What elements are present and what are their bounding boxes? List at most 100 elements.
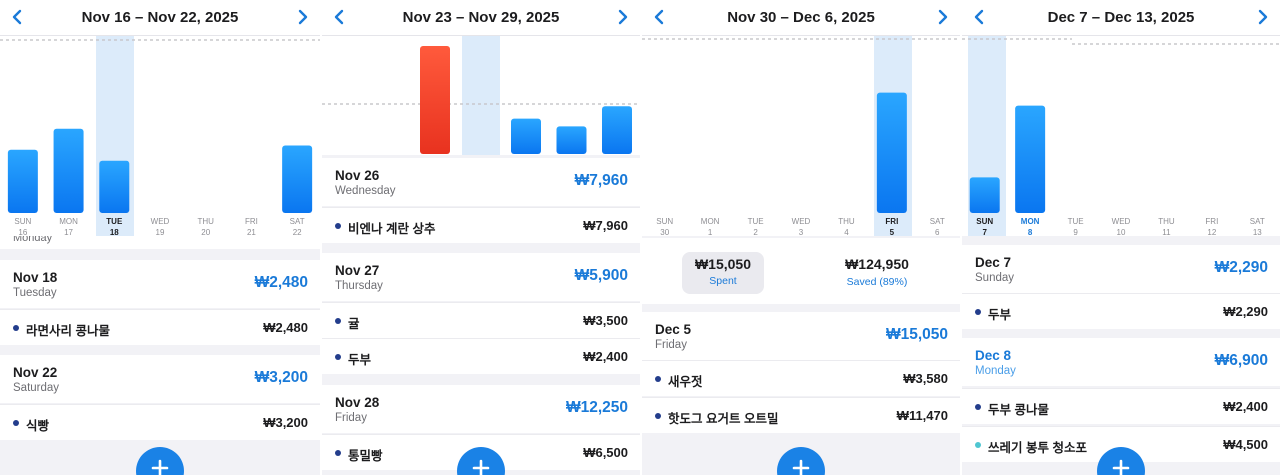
- expense-item[interactable]: 새우젓 ₩3,580: [642, 360, 960, 396]
- day-header[interactable]: Dec 5 Friday ₩15,050: [642, 312, 960, 360]
- expense-name: 통밀빵: [348, 449, 383, 463]
- chevron-left-icon: [651, 9, 669, 30]
- bar-tue-18[interactable]: [99, 160, 130, 213]
- prev-week-button[interactable]: [9, 8, 27, 26]
- day-weekday: Sunday: [975, 272, 1015, 284]
- expense-amount: ₩3,580: [903, 371, 948, 386]
- day-of-week-label: SUN: [976, 217, 993, 226]
- expense-amount: ₩7,960: [583, 218, 628, 233]
- bar-fri-5[interactable]: [876, 92, 907, 213]
- saved-summary[interactable]: ₩124,950 Saved (89%): [822, 256, 932, 288]
- expense-amount: ₩4,500: [1223, 437, 1268, 452]
- day-header[interactable]: Dec 8 Monday ₩6,900: [962, 338, 1280, 386]
- day-header[interactable]: Nov 18 Tuesday ₩2,480: [0, 260, 320, 308]
- day-of-week-label: SAT: [290, 217, 305, 226]
- week-header: Nov 30 – Dec 6, 2025: [642, 0, 960, 36]
- expense-item[interactable]: 두부 ₩2,400: [322, 338, 640, 374]
- chevron-left-icon: [9, 9, 27, 30]
- day-number-label: 6: [935, 228, 940, 236]
- week-title: Nov 16 – Nov 22, 2025: [81, 9, 239, 26]
- day-of-week-label: THU: [1158, 217, 1175, 226]
- expense-name: 핫도그 요거트 오트밀: [668, 412, 779, 426]
- day-date: Nov 28: [335, 395, 380, 410]
- bar-chart-svg: SUN 30 MON 1 TUE 2 WED 3 THU 4 FRI 5 SAT 6: [642, 36, 960, 236]
- day-weekday: Friday: [655, 339, 687, 351]
- bar-mon-17[interactable]: [53, 128, 84, 213]
- day-header[interactable]: Dec 7 Sunday ₩2,290: [962, 245, 1280, 293]
- day-number-label: 1: [708, 228, 713, 236]
- selected-day-highlight: [462, 36, 500, 155]
- expense-item[interactable]: 두부 콩나물 ₩2,400: [962, 388, 1280, 424]
- expense-item[interactable]: 귤 ₩3,500: [322, 302, 640, 338]
- bar-fri-28[interactable]: [556, 126, 587, 154]
- bar-tue-25[interactable]: [420, 46, 450, 154]
- day-weekday: Saturday: [13, 382, 60, 394]
- bar-mon-8[interactable]: [1015, 105, 1046, 213]
- add-expense-button[interactable]: [136, 447, 184, 475]
- day-of-week-label: TUE: [1068, 217, 1084, 226]
- week-panel-4: Dec 7 – Dec 13, 2025 SUN 7 MON 8 TUE 9 WED 10 THU…: [962, 0, 1280, 475]
- day-number-label: 12: [1207, 228, 1216, 236]
- bar-sun-7[interactable]: [969, 177, 1000, 213]
- prev-week-button[interactable]: [971, 8, 989, 26]
- day-total: ₩2,480: [254, 274, 308, 291]
- category-dot-icon: [975, 442, 981, 448]
- day-number-label: 20: [201, 228, 210, 236]
- day-total: ₩2,290: [1214, 259, 1268, 276]
- next-week-button[interactable]: [293, 8, 311, 26]
- expense-name: 라면사리 콩나물: [26, 324, 110, 338]
- weekly-bar-chart: SUN 7 MON 8 TUE 9 WED 10 THU 11 FRI 12 SAT 13: [962, 36, 1280, 236]
- bar-thu-27[interactable]: [511, 118, 541, 154]
- bar-sun-16[interactable]: [7, 149, 38, 213]
- day-weekday: Friday: [335, 412, 367, 424]
- chevron-left-icon: [331, 9, 349, 30]
- expense-item[interactable]: 핫도그 요거트 오트밀 ₩11,470: [642, 397, 960, 433]
- day-of-week-label: MON: [1021, 217, 1040, 226]
- add-expense-button[interactable]: [777, 447, 825, 475]
- expense-name: 두부: [988, 308, 1012, 322]
- expense-item[interactable]: 비엔나 계란 상추 ₩7,960: [322, 207, 640, 243]
- expense-item[interactable]: 두부 ₩2,290: [962, 293, 1280, 329]
- expense-item[interactable]: 식빵 ₩3,200: [0, 404, 320, 440]
- bar-sat-22[interactable]: [282, 145, 313, 213]
- chevron-right-icon: [293, 9, 311, 30]
- multi-week-expense-view: Nov 16 – Nov 22, 2025 SUN 16 MON 17 TUE 18 WED 1…: [0, 0, 1280, 475]
- day-header[interactable]: Nov 26 Wednesday ₩7,960: [322, 158, 640, 206]
- plus-icon: [1112, 447, 1130, 475]
- day-header[interactable]: Nov 27 Thursday ₩5,900: [322, 253, 640, 301]
- plus-icon: [472, 447, 490, 475]
- next-week-button[interactable]: [613, 8, 631, 26]
- bar-sat-29[interactable]: [602, 106, 632, 154]
- day-date: Dec 8: [975, 348, 1012, 363]
- next-week-button[interactable]: [1253, 8, 1271, 26]
- next-week-button[interactable]: [933, 8, 951, 26]
- week-panel-2: Nov 23 – Nov 29, 2025 Nov 26 Wednesday ₩7,9…: [322, 0, 640, 475]
- category-dot-icon: [335, 450, 341, 456]
- day-of-week-label: SUN: [14, 217, 31, 226]
- expense-amount: ₩2,400: [583, 349, 628, 364]
- category-dot-icon: [335, 318, 341, 324]
- bar-chart-svg: SUN 7 MON 8 TUE 9 WED 10 THU 11 FRI 12 SAT 13: [962, 36, 1280, 236]
- day-of-week-label: FRI: [1205, 217, 1218, 226]
- expense-item[interactable]: 라면사리 콩나물 ₩2,480: [0, 309, 320, 345]
- category-dot-icon: [655, 413, 661, 419]
- day-of-week-label: SAT: [930, 217, 945, 226]
- prev-week-button[interactable]: [331, 8, 349, 26]
- day-of-week-label: TUE: [748, 217, 764, 226]
- day-number-label: 18: [110, 228, 119, 236]
- spent-summary[interactable]: ₩15,050 Spent: [682, 252, 764, 294]
- day-number-label: 13: [1253, 228, 1262, 236]
- day-weekday: Wednesday: [335, 185, 396, 197]
- day-number-label: 4: [844, 228, 849, 236]
- week-summary: ₩15,050 Spent ₩124,950 Saved (89%): [642, 238, 960, 304]
- category-dot-icon: [335, 223, 341, 229]
- plus-icon: [151, 447, 169, 475]
- day-header[interactable]: Nov 28 Friday ₩12,250: [322, 385, 640, 433]
- prev-week-button[interactable]: [651, 8, 669, 26]
- day-header[interactable]: Nov 22 Saturday ₩3,200: [0, 355, 320, 403]
- expense-amount: ₩2,400: [1223, 399, 1268, 414]
- day-number-label: 19: [156, 228, 165, 236]
- day-of-week-label: THU: [197, 217, 214, 226]
- day-of-week-label: FRI: [245, 217, 258, 226]
- expense-name: 새우젓: [668, 375, 703, 389]
